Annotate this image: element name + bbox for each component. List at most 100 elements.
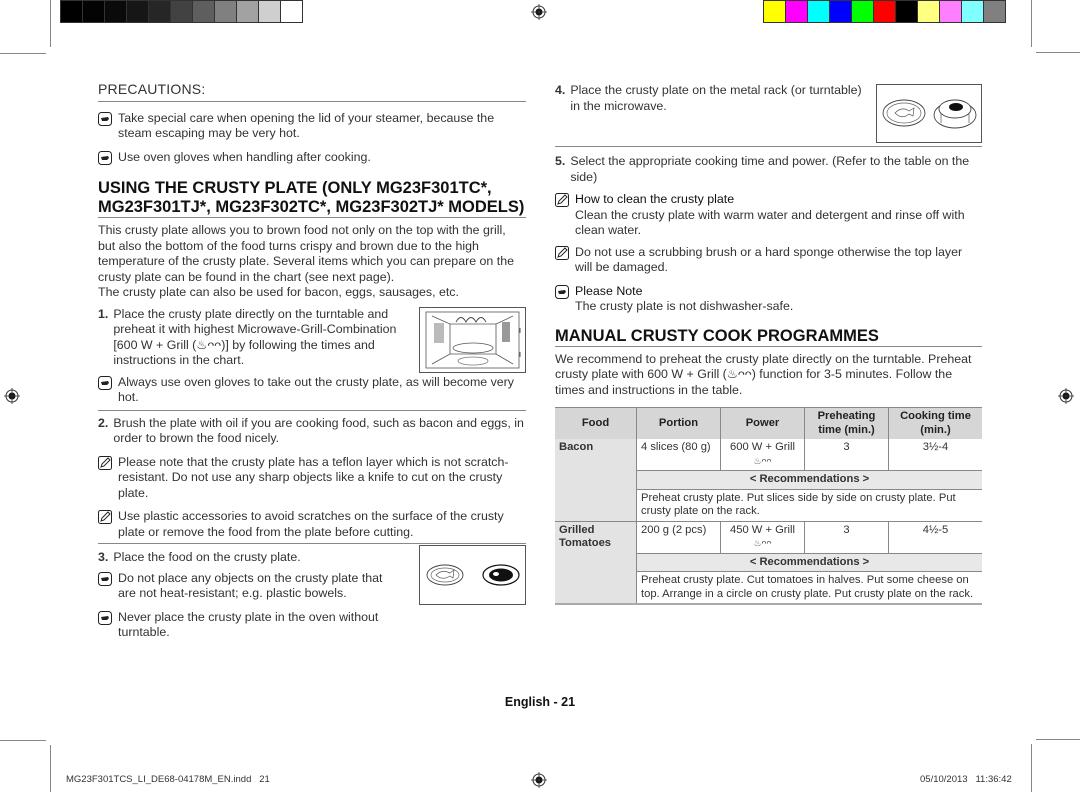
portion-cell: 4 slices (80 g) <box>636 439 721 471</box>
step-4: 4. Place the crusty plate on the metal r… <box>555 83 862 113</box>
pointing-hand-icon <box>98 571 112 586</box>
col-header-power: Power <box>720 407 805 439</box>
step-5: 5. Select the appropriate cooking time a… <box>555 154 970 184</box>
crusty-plate-food-illustration <box>419 545 526 605</box>
table-row: Bacon 4 slices (80 g) 600 W + Grill ♨︎ᴖᴖ… <box>555 439 982 521</box>
cooking-time-cell: 3½-4 <box>922 441 949 453</box>
right-column: 4. Place the crusty plate on the metal r… <box>555 83 982 605</box>
memo-pencil-icon <box>555 245 569 260</box>
memo-pencil-icon <box>98 455 112 470</box>
cleaning-text: Clean the crusty plate with warm water a… <box>575 207 965 238</box>
color-swatch <box>215 1 236 22</box>
col-header-preheating: Preheating time (min.) <box>804 407 889 439</box>
microwave-grill-icon: ♨︎ᴖᴖ <box>753 538 772 548</box>
programmes-heading: MANUAL CRUSTY COOK PROGRAMMES <box>555 327 982 347</box>
recommendations-label: < Recommendations > <box>636 552 982 572</box>
crop-mark <box>1031 0 1032 47</box>
please-note: Please Note The crusty plate is not dish… <box>555 284 982 315</box>
step-3-note: Do not place any objects on the crusty p… <box>98 571 398 602</box>
recommendations-label: < Recommendations > <box>636 470 982 489</box>
step-2-note: Use plastic accessories to avoid scratch… <box>98 509 526 544</box>
color-swatch <box>984 1 1005 22</box>
cleaning-warning: Do not use a scrubbing brush or a hard s… <box>555 245 982 276</box>
step-1-note: Always use oven gloves to take out the c… <box>98 375 526 411</box>
please-note-text: The crusty plate is not dishwasher-safe. <box>575 299 794 313</box>
crop-mark <box>1036 52 1080 53</box>
page-number: English - 21 <box>504 695 576 709</box>
pointing-hand-icon <box>98 150 112 165</box>
pointing-hand-icon <box>98 375 112 390</box>
color-swatch <box>83 1 104 22</box>
food-cell: Bacon <box>555 439 637 521</box>
color-swatch <box>764 1 785 22</box>
step-3-note: Never place the crusty plate in the oven… <box>98 610 398 641</box>
registration-mark-icon <box>1058 388 1074 404</box>
color-swatch <box>896 1 917 22</box>
crop-mark <box>0 53 46 54</box>
microwave-grill-icon: ♨︎ᴖᴖ <box>753 455 772 466</box>
color-swatch <box>127 1 148 22</box>
cooking-table: Food Portion Power Preheating time (min.… <box>555 407 982 605</box>
preheating-cell: 3 <box>804 439 889 471</box>
table-header-row: Food Portion Power Preheating time (min.… <box>555 407 982 439</box>
color-swatch <box>830 1 851 22</box>
plate-with-food-icon <box>426 564 520 586</box>
power-cell: 600 W + Grill ♨︎ᴖᴖ <box>720 439 805 471</box>
registration-mark-icon <box>531 772 547 788</box>
crop-mark <box>50 0 51 47</box>
color-swatch <box>105 1 126 22</box>
grayscale-calibration-bar <box>60 0 303 23</box>
color-swatch <box>259 1 280 22</box>
precautions-heading: PRECAUTIONS: <box>98 81 526 102</box>
color-swatch <box>61 1 82 22</box>
microwave-icon <box>425 311 521 369</box>
table-row: Grilled Tomatoes 200 g (2 pcs) 450 W + G… <box>555 521 982 604</box>
crusty-plate-icon <box>882 99 977 129</box>
plate-on-rack-illustration <box>876 84 982 143</box>
color-swatch <box>940 1 961 22</box>
crop-mark <box>1036 739 1080 740</box>
pointing-hand-icon <box>555 284 569 299</box>
precaution-note: Use oven gloves when handling after cook… <box>98 150 526 166</box>
step-1: 1. Place the crusty plate directly on th… <box>98 306 397 368</box>
color-swatch <box>281 1 302 22</box>
col-header-food: Food <box>555 407 637 439</box>
cleaning-note: How to clean the crusty plate Clean the … <box>555 192 982 239</box>
recommendation-text: Preheat crusty plate. Put slices side by… <box>636 488 982 521</box>
food-cell: Grilled Tomatoes <box>555 521 637 604</box>
precaution-note: Take special care when opening the lid o… <box>98 111 526 142</box>
cleaning-title: How to clean the crusty plate <box>575 192 735 206</box>
col-header-cooking: Cooking time (min.) <box>888 407 982 439</box>
please-note-title: Please Note <box>575 283 643 298</box>
pointing-hand-icon <box>98 111 112 126</box>
intro-paragraph-2: The crusty plate can also be used for ba… <box>98 285 459 299</box>
color-swatch <box>237 1 258 22</box>
col-header-portion: Portion <box>636 407 721 439</box>
registration-mark-icon <box>4 388 20 404</box>
intro-paragraph: This crusty plate allows you to brown fo… <box>98 223 514 284</box>
color-swatch <box>874 1 895 22</box>
programmes-intro: We recommend to preheat the crusty plate… <box>555 351 972 397</box>
color-swatch <box>171 1 192 22</box>
crop-mark <box>50 745 51 792</box>
color-swatch <box>852 1 873 22</box>
print-timestamp: 05/10/2013 11:36:42 <box>920 774 1012 785</box>
portion-cell: 200 g (2 pcs) <box>636 521 721 553</box>
pointing-hand-icon <box>98 610 112 625</box>
memo-pencil-icon <box>555 193 569 207</box>
step-2-note: Please note that the crusty plate has a … <box>98 455 526 502</box>
color-swatch <box>962 1 983 22</box>
color-calibration-bar <box>763 0 1006 23</box>
memo-pencil-icon <box>98 510 112 524</box>
section-heading: USING THE CRUSTY PLATE (ONLY MG23F301TC*… <box>98 179 526 218</box>
file-name: MG23F301TCS_LI_DE68-04178M_EN.indd 21 <box>66 774 270 785</box>
power-cell: 450 W + Grill ♨︎ᴖᴖ <box>720 521 805 553</box>
step-2: 2. Brush the plate with oil if you are c… <box>98 415 524 446</box>
crop-mark <box>0 740 46 741</box>
color-swatch <box>808 1 829 22</box>
microwave-interior-illustration <box>419 307 526 373</box>
cooking-time-cell: 4½-5 <box>922 523 949 536</box>
crop-mark <box>1031 744 1032 792</box>
recommendation-text: Preheat crusty plate. Cut tomatoes in ha… <box>636 571 982 604</box>
preheating-cell: 3 <box>804 521 889 553</box>
